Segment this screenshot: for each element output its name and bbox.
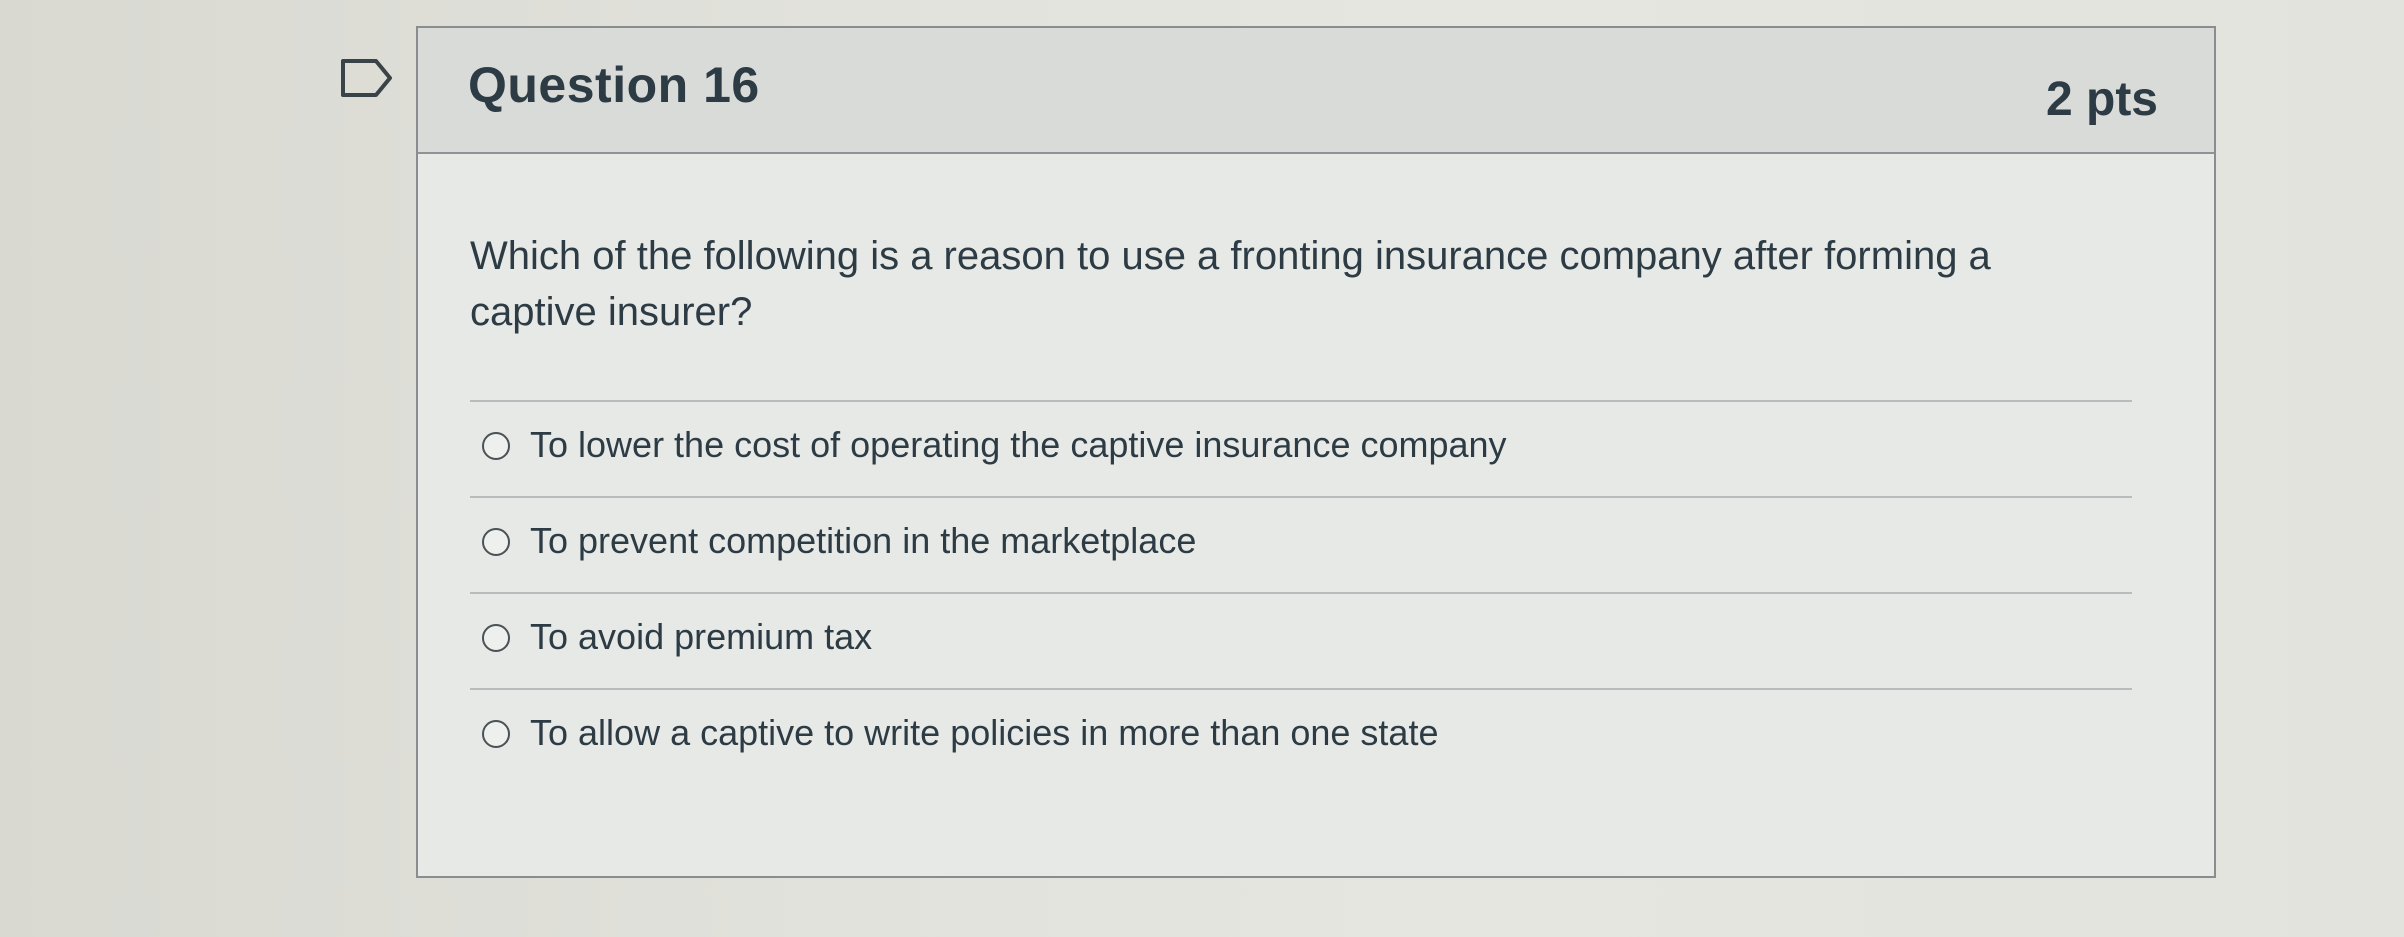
- answer-option-4[interactable]: To allow a captive to write policies in …: [470, 688, 2132, 784]
- radio-button[interactable]: [482, 432, 510, 460]
- question-header: Question 16 2 pts: [418, 28, 2214, 154]
- answer-list: To lower the cost of operating the capti…: [470, 400, 2132, 784]
- answer-option-1[interactable]: To lower the cost of operating the capti…: [470, 400, 2132, 496]
- question-title: Question 16: [468, 57, 760, 113]
- answer-option-2[interactable]: To prevent competition in the marketplac…: [470, 496, 2132, 592]
- answer-option-3[interactable]: To avoid premium tax: [470, 592, 2132, 688]
- answer-label[interactable]: To prevent competition in the marketplac…: [530, 520, 1196, 562]
- answer-label[interactable]: To avoid premium tax: [530, 616, 872, 658]
- question-card: Question 16 2 pts Which of the following…: [416, 26, 2216, 878]
- question-text: Which of the following is a reason to us…: [470, 234, 1991, 334]
- question-points: 2 pts: [2045, 73, 2158, 126]
- answer-label[interactable]: To allow a captive to write policies in …: [530, 712, 1438, 754]
- radio-button[interactable]: [482, 528, 510, 556]
- radio-button[interactable]: [482, 624, 510, 652]
- answer-label[interactable]: To lower the cost of operating the capti…: [530, 424, 1507, 466]
- radio-button[interactable]: [482, 720, 510, 748]
- flag-question-icon[interactable]: [340, 58, 396, 98]
